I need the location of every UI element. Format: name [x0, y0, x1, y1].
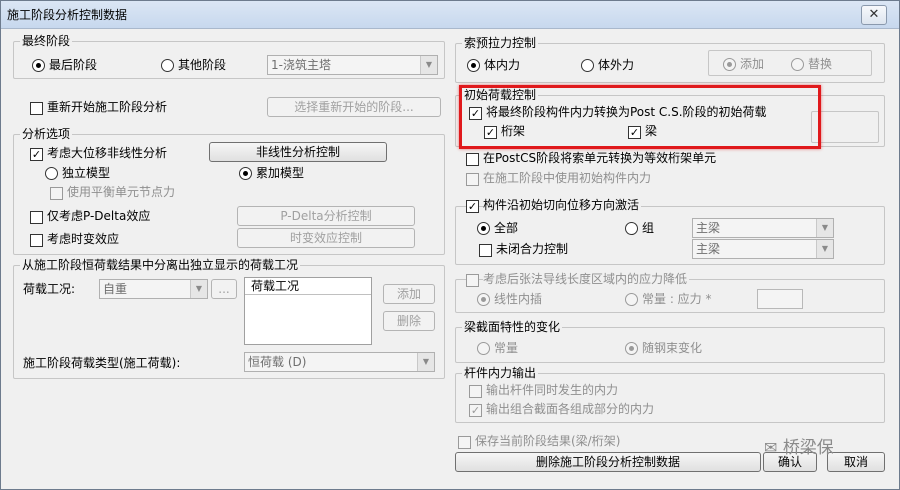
section-tendon-radio[interactable] — [625, 342, 638, 355]
delete-load-case-button[interactable]: 删除 — [383, 311, 435, 331]
constant-stress-radio[interactable] — [625, 293, 638, 306]
postcs-convert-truss-checkbox[interactable] — [466, 153, 479, 166]
cable-pretension-label: 索预拉力控制 — [462, 36, 539, 50]
member-force-label: 杆件内力输出 — [462, 366, 539, 380]
activation-group-radio[interactable] — [625, 222, 638, 235]
wechat-icon: ✉ — [764, 438, 778, 457]
replace-radio[interactable] — [791, 58, 804, 71]
stage-select-value: 1-浇筑主塔 — [271, 58, 331, 72]
independent-model-radio[interactable] — [45, 167, 58, 180]
external-force-label: 体外力 — [598, 58, 635, 72]
initial-load-inner-box — [811, 111, 879, 143]
highlight-box — [459, 85, 821, 149]
pdelta-checkbox[interactable] — [30, 211, 43, 224]
load-case-select[interactable]: 自重 ▼ — [99, 279, 208, 299]
watermark-text: 桥梁保 — [782, 438, 834, 458]
cancel-button[interactable]: 取消 — [827, 452, 885, 472]
final-stage-group-label: 最终阶段 — [20, 34, 73, 48]
load-type-select[interactable]: 恒荷载 (D) ▼ — [244, 352, 435, 372]
add-radio[interactable] — [723, 58, 736, 71]
unclosed-force-select[interactable]: 主梁 ▼ — [692, 239, 834, 259]
activation-group-value: 主梁 — [696, 221, 721, 235]
load-case-browse-button[interactable]: ... — [211, 279, 237, 299]
use-initial-force-checkbox[interactable] — [466, 173, 479, 186]
use-initial-force-label: 在施工阶段中使用初始构件内力 — [483, 171, 652, 185]
add-label: 添加 — [740, 57, 765, 71]
post-tension-checkbox[interactable] — [466, 274, 479, 287]
restart-checkbox[interactable] — [30, 102, 43, 115]
section-constant-label: 常量 — [494, 341, 519, 355]
postcs-convert-truss-label: 在PostCS阶段将索单元转换为等效桁架单元 — [483, 151, 717, 165]
stage-select[interactable]: 1-浇筑主塔 ▼ — [267, 55, 438, 75]
last-stage-label: 最后阶段 — [49, 58, 98, 72]
title-bar: 施工阶段分析控制数据 ✕ — [1, 1, 899, 29]
load-type-value: 恒荷载 (D) — [248, 355, 307, 369]
chevron-down-icon: ▼ — [816, 240, 833, 258]
other-stage-radio[interactable] — [161, 59, 174, 72]
load-case-value: 自重 — [103, 282, 128, 296]
activation-group-label: 组 — [642, 221, 655, 235]
time-dependent-control-button[interactable]: 时变效应控制 — [237, 228, 415, 248]
dialog-window: 施工阶段分析控制数据 ✕ 最终阶段 最后阶段 其他阶段 1-浇筑主塔 ▼ 重新开… — [0, 0, 900, 490]
save-stage-result-checkbox[interactable] — [458, 436, 471, 449]
separate-load-label: 从施工阶段恒荷载结果中分离出独立显示的荷载工况 — [20, 258, 301, 272]
last-stage-radio[interactable] — [32, 59, 45, 72]
chevron-down-icon: ▼ — [816, 219, 833, 237]
large-displacement-checkbox[interactable]: ✓ — [30, 148, 43, 161]
close-button[interactable]: ✕ — [861, 5, 887, 25]
internal-force-radio[interactable] — [467, 59, 480, 72]
balance-node-force-checkbox[interactable] — [50, 187, 63, 200]
unclosed-force-value: 主梁 — [696, 242, 721, 256]
activation-all-label: 全部 — [494, 221, 519, 235]
post-tension-label: 考虑后张法导线长度区域内的应力降低 — [483, 271, 690, 287]
time-dependent-checkbox[interactable] — [30, 234, 43, 247]
load-type-label: 施工阶段荷载类型(施工荷载): — [23, 356, 181, 370]
large-displacement-label: 考虑大位移非线性分析 — [47, 146, 168, 160]
simultaneous-force-label: 输出杆件同时发生的内力 — [486, 383, 619, 397]
activation-group-select[interactable]: 主梁 ▼ — [692, 218, 834, 238]
pdelta-control-button[interactable]: P-Delta分析控制 — [237, 206, 415, 226]
linear-interp-label: 线性内插 — [494, 292, 543, 306]
other-stage-label: 其他阶段 — [178, 58, 227, 72]
chevron-down-icon: ▼ — [420, 56, 437, 74]
nonlinear-control-button[interactable]: 非线性分析控制 — [209, 142, 387, 162]
internal-force-label: 体内力 — [484, 58, 521, 72]
composite-force-label: 输出组合截面各组成部分的内力 — [486, 402, 655, 416]
activation-all-radio[interactable] — [477, 222, 490, 235]
external-force-radio[interactable] — [581, 59, 594, 72]
analysis-options-label: 分析选项 — [20, 127, 73, 141]
time-dependent-label: 考虑时变效应 — [47, 232, 120, 246]
window-title: 施工阶段分析控制数据 — [7, 8, 128, 22]
watermark: ✉ 桥梁保 — [764, 433, 834, 458]
add-load-case-button[interactable]: 添加 — [383, 284, 435, 304]
replace-label: 替换 — [808, 57, 833, 71]
delete-control-data-button[interactable]: 删除施工阶段分析控制数据 — [455, 452, 761, 472]
linear-interp-radio[interactable] — [477, 293, 490, 306]
section-tendon-label: 随钢束变化 — [642, 341, 703, 355]
constant-stress-label: 常量 : 应力 * — [642, 292, 712, 306]
load-case-list[interactable]: 荷载工况 — [244, 277, 372, 345]
composite-force-checkbox[interactable]: ✓ — [469, 404, 482, 417]
balance-node-force-label: 使用平衡单元节点力 — [67, 185, 176, 199]
restart-label: 重新开始施工阶段分析 — [47, 100, 168, 114]
beam-section-label: 梁截面特性的变化 — [462, 320, 563, 334]
save-stage-result-label: 保存当前阶段结果(梁/桁架) — [475, 434, 621, 448]
chevron-down-icon: ▼ — [417, 353, 434, 371]
activation-label: 构件沿初始切向位移方向激活 — [483, 197, 642, 213]
section-constant-radio[interactable] — [477, 342, 490, 355]
stress-input[interactable] — [757, 289, 803, 309]
load-case-label: 荷载工况: — [23, 282, 76, 296]
unclosed-force-label: 未闭合力控制 — [496, 242, 569, 256]
simultaneous-force-checkbox[interactable] — [469, 385, 482, 398]
unclosed-force-checkbox[interactable] — [479, 244, 492, 257]
cumulative-model-radio[interactable] — [239, 167, 252, 180]
chevron-down-icon: ▼ — [190, 280, 207, 298]
independent-model-label: 独立模型 — [62, 166, 111, 180]
load-case-list-header: 荷载工况 — [245, 278, 371, 295]
select-restart-stage-button[interactable]: 选择重新开始的阶段... — [267, 97, 441, 117]
cumulative-model-label: 累加模型 — [256, 166, 305, 180]
activation-checkbox[interactable]: ✓ — [466, 200, 479, 213]
pdelta-label: 仅考虑P-Delta效应 — [47, 209, 151, 223]
